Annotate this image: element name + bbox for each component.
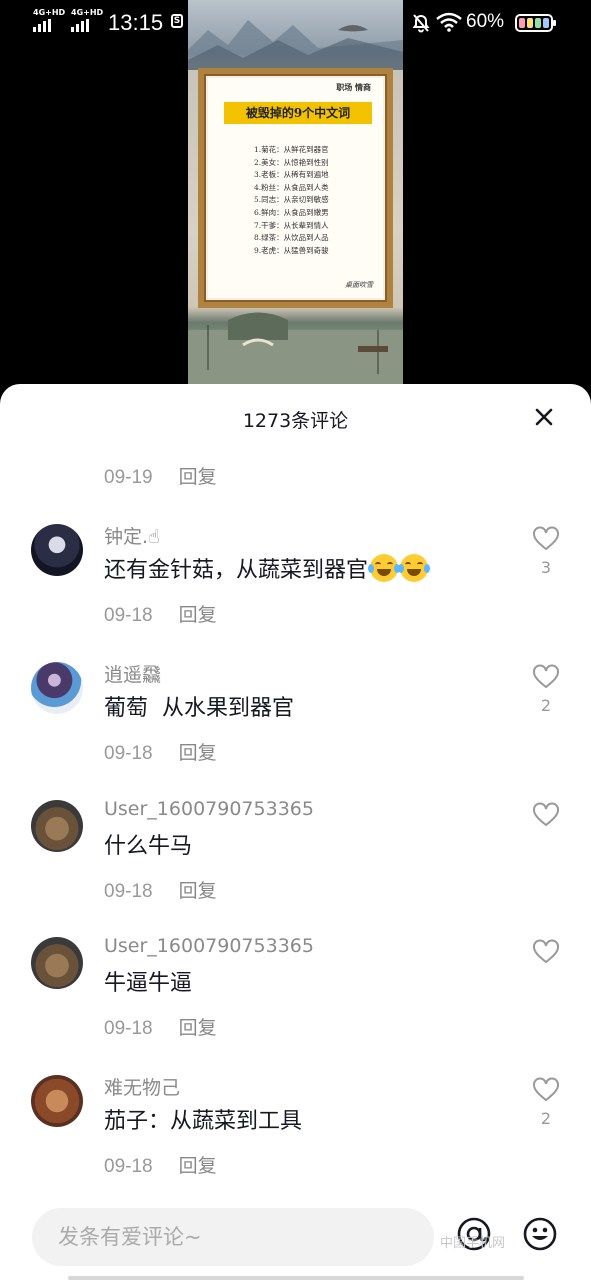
comment-date: 09-18 — [104, 605, 153, 626]
comment-meta: 09-18 回复 — [104, 738, 217, 765]
book-list-item: 5.同志：从亲切到敏感 — [254, 195, 329, 205]
comment-text: 茄子：从蔬菜到工具 — [104, 1109, 303, 1134]
comment-item: 逍遥飝 葡萄 从水果到器官 09-18 回复 2 — [0, 662, 591, 792]
mute-bell-icon — [412, 14, 430, 33]
comments-count-title: 1273条评论 — [242, 410, 349, 432]
reply-button[interactable]: 回复 — [179, 1155, 217, 1177]
close-icon[interactable] — [531, 404, 557, 430]
mountain-scenery — [188, 20, 403, 70]
comment-date: 09-19 — [104, 467, 153, 488]
comment-date: 09-18 — [104, 881, 153, 902]
comment-meta: 09-18 回复 — [104, 600, 217, 627]
heart-outline-icon[interactable] — [532, 664, 560, 690]
comment-meta: 09-18 回复 — [104, 1151, 217, 1178]
comment-meta: 09-18 回复 — [104, 1013, 217, 1040]
lake-scenery — [188, 312, 403, 384]
app-notification-icon: S — [171, 14, 183, 28]
avatar[interactable] — [31, 524, 83, 576]
heart-outline-icon[interactable] — [532, 1077, 560, 1103]
comment-date: 09-18 — [104, 1156, 153, 1177]
wifi-icon — [436, 12, 462, 32]
book-signature: 桌面吹雪 — [345, 281, 373, 289]
like-count: 2 — [540, 696, 552, 715]
book-list-item: 6.鲜肉：从食品到嫩男 — [254, 207, 329, 217]
battery-icon — [515, 14, 556, 32]
comment-input-bar[interactable] — [32, 1208, 434, 1266]
comment-username[interactable]: User_1600790753365 — [104, 935, 314, 957]
video-preview[interactable]: 职场 情商 被毁掉的9个中文词 1.菊花：从鲜花到器官 2.美女：从惊艳到性别 … — [188, 0, 403, 384]
book-list-item: 7.干爹：从长辈到情人 — [254, 220, 329, 230]
smiley-icon[interactable] — [522, 1216, 558, 1252]
network-label-2: 4G+HD — [71, 8, 104, 17]
book-list-item: 9.老虎：从猛兽到奇骏 — [254, 245, 329, 255]
comment-username[interactable]: 钟定.☝ — [104, 522, 160, 549]
comment-text: 还有金针菇，从蔬菜到器官 — [104, 552, 431, 584]
comment-meta: 09-19 回复 — [104, 462, 217, 489]
reply-button[interactable]: 回复 — [179, 467, 217, 488]
book-list-item: 3.老板：从稀有到遍地 — [254, 170, 329, 180]
book-list: 1.菊花：从鲜花到器官 2.美女：从惊艳到性别 3.老板：从稀有到遍地 4.粉丝… — [254, 144, 329, 257]
like-count: 3 — [540, 558, 552, 577]
battery-percent: 60% — [466, 11, 505, 32]
reply-button[interactable]: 回复 — [179, 742, 217, 764]
book-card: 职场 情商 被毁掉的9个中文词 1.菊花：从鲜花到器官 2.美女：从惊艳到性别 … — [198, 68, 393, 308]
book-list-item: 4.粉丝：从食品到人类 — [254, 182, 329, 192]
avatar[interactable] — [31, 1075, 83, 1127]
comment-item: 难无物己 茄子：从蔬菜到工具 09-18 回复 2 — [0, 1075, 591, 1205]
avatar[interactable] — [31, 937, 83, 989]
comment-text: 葡萄 从水果到器官 — [104, 696, 294, 721]
heart-outline-icon[interactable] — [532, 526, 560, 552]
laughing-tears-emoji-icon — [398, 554, 431, 582]
comment-date: 09-18 — [104, 743, 153, 764]
comment-meta: 09-18 回复 — [104, 876, 217, 903]
book-page: 职场 情商 被毁掉的9个中文词 1.菊花：从鲜花到器官 2.美女：从惊艳到性别 … — [208, 78, 383, 298]
reply-button[interactable]: 回复 — [179, 604, 217, 626]
comment-item: 钟定.☝ 还有金针菇，从蔬菜到器官 09-18 回复 3 — [0, 524, 591, 654]
comment-item: User_1600790753365 牛逼牛逼 09-18 回复 — [0, 935, 591, 1067]
hand-icon: ☝ — [148, 526, 160, 548]
comment-username[interactable]: User_1600790753365 — [104, 798, 314, 820]
laughing-tears-emoji-icon — [368, 554, 401, 582]
book-list-item: 1.菊花：从鲜花到器官 — [254, 145, 329, 154]
book-tag: 职场 情商 — [336, 82, 371, 92]
home-indicator[interactable] — [68, 1276, 524, 1280]
book-list-item: 8.绿茶：从饮品到人品 — [254, 233, 329, 243]
status-time: 13:15 — [108, 10, 164, 35]
signal-icon — [71, 19, 89, 32]
avatar[interactable] — [31, 662, 83, 714]
comment-item: User_1600790753365 什么牛马 09-18 回复 — [0, 798, 591, 930]
reply-button[interactable]: 回复 — [179, 880, 217, 902]
network-label-1: 4G+HD — [33, 8, 66, 17]
watermark: 中国手机网 — [440, 1236, 506, 1251]
avatar[interactable] — [31, 800, 83, 852]
comment-username[interactable]: 逍遥飝 — [104, 660, 161, 687]
comment-input[interactable] — [58, 1208, 418, 1266]
book-title: 被毁掉的9个中文词 — [224, 102, 372, 124]
reply-button[interactable]: 回复 — [179, 1017, 217, 1039]
comment-username[interactable]: 难无物己 — [104, 1073, 180, 1100]
comments-sheet: 1273条评论 09-19 回复 钟定.☝ 还有金针菇，从蔬菜到器官 09-18 回… — [0, 384, 591, 1280]
comment-date: 09-18 — [104, 1018, 153, 1039]
book-list-item: 2.美女：从惊艳到性别 — [254, 157, 329, 167]
comment-text: 牛逼牛逼 — [104, 971, 193, 996]
heart-outline-icon[interactable] — [532, 802, 560, 828]
heart-outline-icon[interactable] — [532, 939, 560, 965]
signal-icon — [33, 19, 51, 32]
comment-text: 什么牛马 — [104, 834, 193, 859]
like-count: 2 — [540, 1109, 552, 1128]
